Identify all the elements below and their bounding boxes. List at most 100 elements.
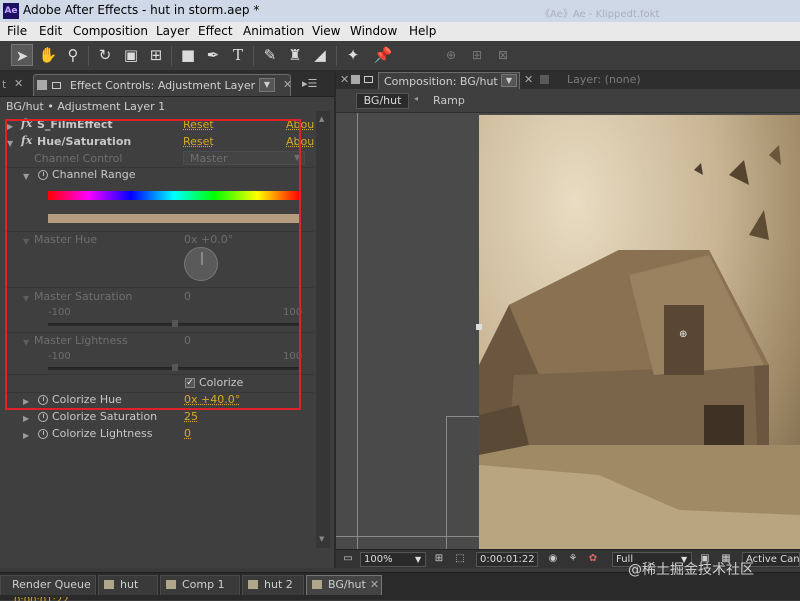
panel-menu-icon[interactable]: ▸☰ [302,77,317,90]
show-channel-icon[interactable]: ✿ [586,552,600,566]
tab-close-icon[interactable]: ✕ [524,73,533,86]
title-bar: Ae Adobe After Effects - hut in storm.ae… [0,0,800,22]
colorize-lightness-value[interactable]: 0 [184,427,191,440]
composition-panel: ✕ Composition: BG/hut ▼ ✕ Layer: (none) … [336,71,800,568]
pen-tool-icon[interactable]: ✒ [202,44,224,66]
tab-bg-hut[interactable]: BG/hut ✕ [306,575,382,595]
zoom-tool-icon[interactable]: ⚲ [62,44,84,66]
tab-render-queue[interactable]: Render Queue [0,575,96,595]
magnification-dropdown[interactable]: 100% ▼ [360,552,426,567]
rectangle-tool-icon[interactable]: ■ [177,44,199,66]
menu-effect[interactable]: Effect [198,24,233,38]
lock-icon[interactable] [364,76,373,83]
snapshot-icon[interactable]: ◉ [546,552,560,566]
stopwatch-icon[interactable] [38,429,48,439]
safe-margin-line [336,536,479,537]
tab-close-icon[interactable]: ✕ [283,78,292,91]
colorize-saturation-label: Colorize Saturation [52,410,158,423]
menu-view[interactable]: View [312,24,340,38]
axis-mode-icon[interactable]: ⊕ [440,44,462,66]
view-axis-icon[interactable]: ⊠ [492,44,514,66]
puppet-pin-tool-icon[interactable]: 📌 [372,44,394,66]
camera-orbit-tool-icon[interactable]: ▣ [120,44,142,66]
flow-crumb-ramp[interactable]: Ramp [433,94,465,107]
effect-controls-tab-bar: t ✕ Effect Controls: Adjustment Layer 1 … [0,71,334,97]
lock-icon[interactable] [52,82,61,89]
breadcrumb: BG/hut • Adjustment Layer 1 [6,100,166,113]
tab-bg-hut-label: BG/hut [328,578,366,591]
tab-composition[interactable]: Composition: BG/hut ▼ [378,72,520,89]
comp-swatch-icon [166,580,176,589]
flow-arrow-icon: ◂ [414,94,419,103]
menu-edit[interactable]: Edit [39,24,62,38]
watermark: @稀土掘金技术社区 [628,562,754,578]
annotation-highlight-box [5,119,301,410]
region-of-interest-icon[interactable]: ⬚ [453,552,467,566]
tab-layer[interactable]: Layer: (none) [567,73,641,86]
tab-effect-controls[interactable]: Effect Controls: Adjustment Layer 1 ▼ [33,74,291,96]
tab-comp-1-label: Comp 1 [182,578,225,591]
safe-margin-line [446,416,447,549]
brush-tool-icon[interactable]: ✎ [259,44,281,66]
pan-behind-tool-icon[interactable]: ⊞ [145,44,167,66]
timeline-timecode[interactable]: 0:00:01:22 [14,597,69,601]
safe-margin-line [357,113,358,549]
scroll-down-icon[interactable]: ▼ [319,535,324,543]
composition-dropdown-icon[interactable]: ▼ [501,74,517,87]
panel-close-icon[interactable]: ✕ [340,73,349,86]
layer-dropdown-icon[interactable]: ▼ [259,78,275,92]
colorize-saturation-value[interactable]: 25 [184,410,198,423]
menu-composition[interactable]: Composition [73,24,148,38]
comp-swatch-icon [312,580,322,589]
toolbar-divider [171,46,172,66]
roto-brush-tool-icon[interactable]: ✦ [342,44,364,66]
type-tool-icon[interactable]: T [227,44,249,66]
show-snapshot-icon[interactable]: ⚘ [566,552,580,566]
tab-comp-1[interactable]: Comp 1 [160,575,240,595]
scroll-up-icon[interactable]: ▲ [319,115,324,123]
effect-controls-panel: t ✕ Effect Controls: Adjustment Layer 1 … [0,71,334,568]
menu-window[interactable]: Window [350,24,397,38]
layer-handle[interactable] [476,324,482,330]
tab-hut-2[interactable]: hut 2 [242,575,304,595]
clone-stamp-tool-icon[interactable]: ♜ [284,44,306,66]
composition-frame-image[interactable]: ⊕ [479,115,800,549]
vertical-scrollbar[interactable]: ▲ ▼ [316,111,330,548]
comp-swatch-icon [248,580,258,589]
panel-close-icon[interactable]: ✕ [14,77,23,90]
composition-viewer[interactable]: ⊕ [336,113,800,549]
menu-help[interactable]: Help [409,24,436,38]
chevron-down-icon: ▼ [415,555,422,564]
always-preview-icon[interactable]: ▭ [341,552,355,566]
hand-tool-icon[interactable]: ✋ [37,44,59,66]
selection-tool-icon[interactable]: ➤ [11,44,33,66]
menu-animation[interactable]: Animation [243,24,304,38]
tab-hut[interactable]: hut [98,575,158,595]
after-effects-app-icon: Ae [3,3,19,19]
world-axis-icon[interactable]: ⊞ [466,44,488,66]
toolbar-divider [253,46,254,66]
rotate-tool-icon[interactable]: ↻ [94,44,116,66]
magnification-value: 100% [364,554,393,565]
flow-crumb-bg-hut[interactable]: BG/hut [356,93,409,109]
toolbar-divider [88,46,89,66]
panel-swatch-icon [37,80,47,90]
eraser-tool-icon[interactable]: ◢ [309,44,331,66]
composition-navigator: BG/hut ◂ Ramp [336,89,800,113]
tab-close-icon[interactable]: ✕ [370,578,379,591]
safe-zones-icon[interactable]: ⊞ [432,552,446,566]
stopwatch-icon[interactable] [38,412,48,422]
menu-bar: File Edit Composition Layer Effect Anima… [0,22,800,41]
anchor-point-icon[interactable]: ⊕ [679,329,687,340]
expand-triangle-icon[interactable]: ▶ [23,431,29,440]
background-window-title: 《Ae》Ae - Klippedt.fokt [540,9,660,20]
composition-tab-label: Composition: BG/hut [384,75,498,88]
effect-controls-tab-label: Effect Controls: Adjustment Layer 1 [70,79,266,92]
colorize-lightness-label: Colorize Lightness [52,427,153,440]
safe-margin-line [446,416,479,417]
expand-triangle-icon[interactable]: ▶ [23,414,29,423]
timecode-field[interactable]: 0:00:01:22 [476,552,538,567]
menu-layer[interactable]: Layer [156,24,189,38]
menu-file[interactable]: File [7,24,27,38]
project-tab-stub[interactable]: t [2,78,6,91]
